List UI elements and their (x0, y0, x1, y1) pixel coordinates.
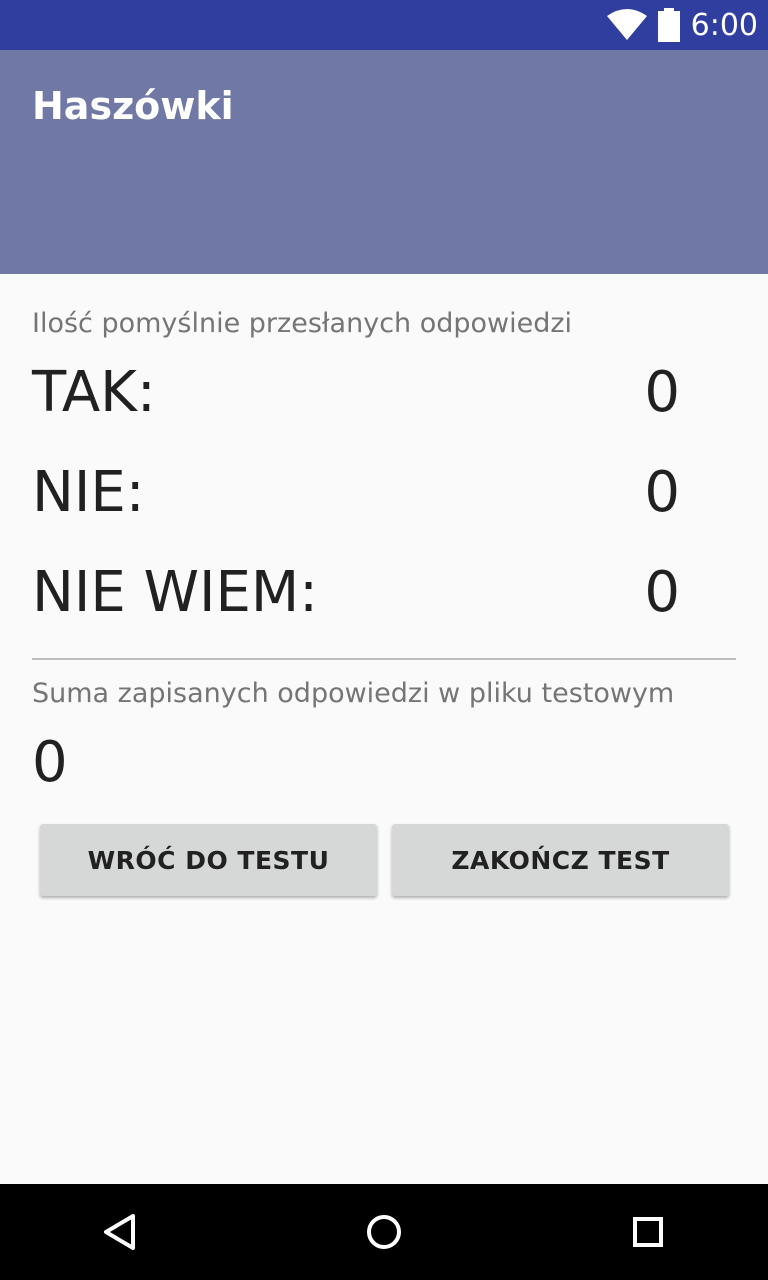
count-value-tak: 0 (644, 360, 680, 425)
count-value-nie-wiem: 0 (644, 560, 680, 625)
status-icons: 6:00 (606, 0, 758, 50)
sent-answers-caption: Ilość pomyślnie przesłanych odpowiedzi (32, 308, 573, 339)
saved-answers-caption: Suma zapisanych odpowiedzi w pliku testo… (32, 678, 675, 709)
count-value-nie: 0 (644, 460, 680, 525)
count-label-nie-wiem: NIE WIEM: (32, 560, 319, 625)
app-bar: Haszówki (0, 50, 768, 274)
divider (32, 658, 736, 660)
count-row-nie-wiem: NIE WIEM: 0 (32, 560, 736, 640)
app-title: Haszówki (32, 84, 234, 128)
battery-icon (657, 8, 681, 42)
finish-test-button[interactable]: ZAKOŃCZ TEST (392, 824, 729, 896)
count-label-tak: TAK: (32, 360, 156, 425)
content-area: Ilość pomyślnie przesłanych odpowiedzi T… (0, 274, 768, 1184)
count-label-nie: NIE: (32, 460, 145, 525)
recents-icon[interactable] (624, 1208, 672, 1256)
status-bar: 6:00 (0, 0, 768, 50)
saved-answers-value: 0 (32, 730, 68, 795)
back-icon[interactable] (96, 1208, 144, 1256)
count-row-nie: NIE: 0 (32, 460, 736, 540)
status-time: 6:00 (690, 7, 758, 43)
navigation-bar (0, 1184, 768, 1280)
home-icon[interactable] (360, 1208, 408, 1256)
count-row-tak: TAK: 0 (32, 360, 736, 440)
wifi-icon (606, 9, 647, 41)
back-to-test-button[interactable]: WRÓĆ DO TESTU (40, 824, 377, 896)
